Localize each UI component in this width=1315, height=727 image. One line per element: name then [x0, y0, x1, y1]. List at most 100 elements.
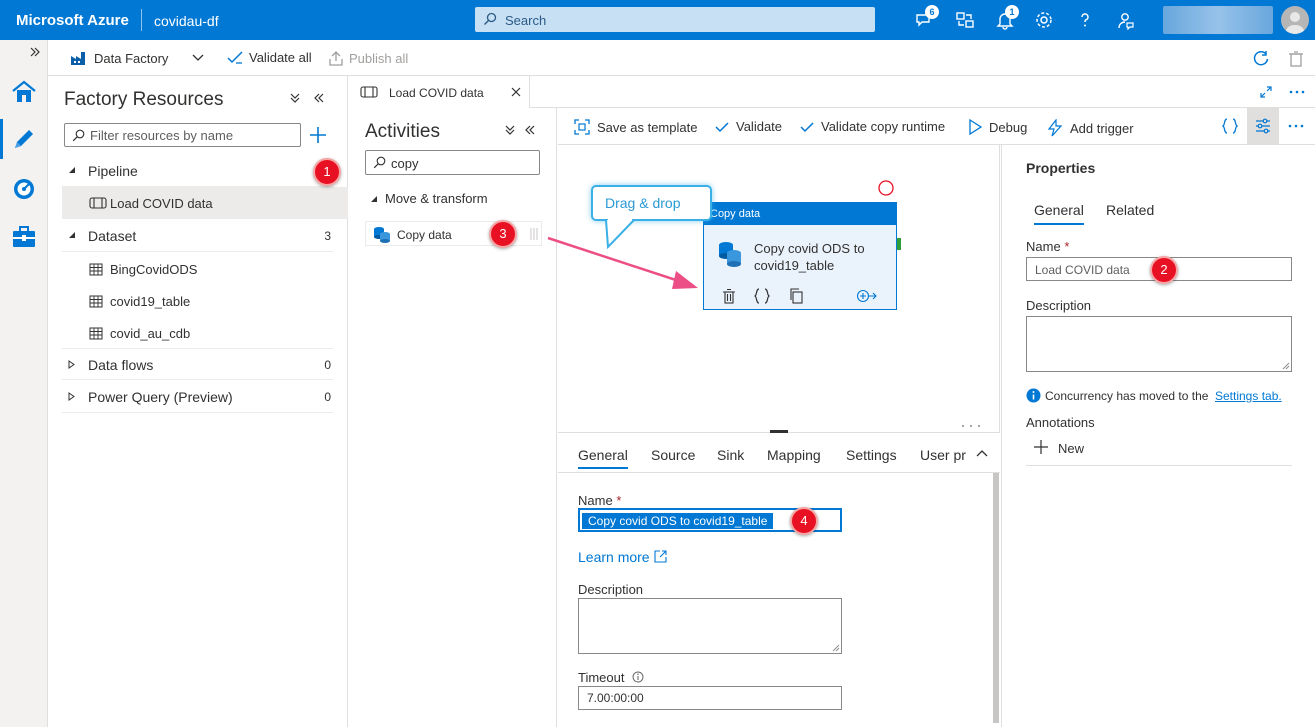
timeout-value: 7.00:00:00 — [587, 691, 644, 705]
copy-data-activity-node[interactable]: Copy data Copy covid ODS to covid19_tabl… — [703, 202, 901, 310]
validate-check-icon — [227, 50, 243, 65]
tree-group-dataflows[interactable]: Data flows 0 — [62, 348, 333, 380]
pipeline-description-textarea[interactable] — [1026, 316, 1292, 372]
learn-more-link[interactable]: Learn more — [578, 549, 650, 565]
settings-tab-link[interactable]: Settings tab. — [1215, 389, 1282, 403]
check-icon — [715, 121, 729, 133]
left-nav-rail — [0, 40, 48, 727]
tab-mapping[interactable]: Mapping — [767, 447, 821, 463]
dataflows-count: 0 — [324, 358, 331, 372]
info-icon[interactable] — [632, 671, 644, 683]
tree-group-power-query[interactable]: Power Query (Preview) 0 — [62, 381, 333, 413]
collapse-pane-icon[interactable] — [524, 124, 536, 136]
tab-user-properties[interactable]: User pr — [920, 447, 966, 463]
more-options-icon[interactable] — [1289, 90, 1305, 94]
publish-upload-icon — [329, 50, 343, 66]
success-output-handle[interactable] — [897, 238, 901, 250]
more-options-icon[interactable] — [1288, 124, 1304, 128]
discard-icon[interactable] — [1288, 50, 1304, 68]
pipeline-name-value: Load COVID data — [1035, 263, 1130, 277]
gear-icon[interactable] — [1034, 10, 1054, 30]
external-link-icon[interactable] — [654, 550, 667, 563]
expand-rail-icon[interactable] — [29, 46, 41, 58]
code-braces-icon[interactable] — [1222, 118, 1238, 134]
code-braces-icon[interactable] — [754, 288, 770, 304]
add-output-arrow-icon[interactable] — [856, 289, 878, 303]
data-factory-dropdown[interactable]: Data Factory — [70, 50, 204, 66]
tab-load-covid-data[interactable]: Load COVID data — [349, 76, 530, 108]
tab-settings[interactable]: Settings — [846, 447, 897, 463]
caret-right-icon — [68, 392, 76, 401]
tree-group-pipeline[interactable]: Pipeline — [62, 155, 333, 187]
global-search-input[interactable]: Search — [475, 7, 875, 32]
tab-sink[interactable]: Sink — [717, 447, 744, 463]
home-icon[interactable] — [11, 79, 37, 105]
avatar[interactable] — [1281, 6, 1309, 34]
author-pencil-icon[interactable] — [11, 126, 37, 152]
step-badge-3: 3 — [489, 220, 517, 248]
dataset-item[interactable]: BingCovidODS — [62, 253, 333, 285]
add-resource-plus-icon[interactable] — [309, 126, 327, 144]
brand-separator — [141, 9, 142, 31]
delete-icon[interactable] — [722, 288, 736, 304]
caret-down-icon — [370, 195, 378, 203]
step-badge-2: 2 — [1150, 256, 1178, 284]
scrollbar[interactable] — [993, 473, 999, 723]
add-annotation-button[interactable]: New — [1034, 439, 1124, 459]
save-as-template-button[interactable]: Save as template — [574, 119, 697, 135]
factory-resources-pane: Factory Resources Filter resources by na… — [48, 76, 348, 727]
refresh-icon[interactable] — [1252, 50, 1270, 68]
rail-active-indicator — [0, 119, 3, 159]
pipeline-item-load-covid[interactable]: Load COVID data — [62, 187, 348, 219]
chevron-up-icon[interactable] — [976, 449, 988, 457]
validate-copy-runtime-button[interactable]: Validate copy runtime — [800, 119, 945, 134]
filter-resources-input[interactable]: Filter resources by name — [64, 123, 301, 147]
collapse-all-icon[interactable] — [504, 124, 516, 136]
timeout-input[interactable]: 7.00:00:00 — [578, 686, 842, 710]
dataset-item[interactable]: covid19_table — [62, 285, 333, 317]
collapse-all-icon[interactable] — [289, 92, 301, 104]
clone-icon[interactable] — [788, 288, 804, 304]
properties-toggle-button[interactable] — [1247, 108, 1279, 144]
brand-title[interactable]: Microsoft Azure — [16, 12, 129, 29]
debug-button[interactable]: Debug — [968, 119, 1027, 135]
activities-search-value: copy — [391, 156, 419, 171]
tree-group-dataset[interactable]: Dataset 3 — [62, 220, 333, 252]
activity-group-move-transform[interactable]: Move & transform — [385, 191, 488, 206]
monitor-icon[interactable] — [11, 176, 37, 202]
dataset-item[interactable]: covid_au_cdb — [62, 317, 333, 349]
manage-toolbox-icon[interactable] — [11, 224, 37, 250]
close-icon[interactable] — [511, 87, 521, 97]
drag-handle-icon[interactable] — [529, 227, 539, 241]
props-name-label-text: Name — [1026, 239, 1061, 254]
plus-icon — [1034, 440, 1048, 454]
props-tab-general[interactable]: General — [1034, 202, 1084, 218]
activity-description-textarea[interactable] — [578, 598, 842, 654]
resource-name[interactable]: covidau-df — [154, 13, 219, 29]
copy-data-icon — [716, 241, 744, 269]
directory-switch-icon[interactable] — [955, 10, 975, 30]
account-info-redacted[interactable] — [1163, 6, 1273, 34]
powerquery-count: 0 — [324, 390, 331, 404]
add-trigger-button[interactable]: Add trigger — [1047, 119, 1134, 137]
pipeline-canvas[interactable]: Copy data Copy covid ODS to covid19_tabl… — [547, 145, 1000, 432]
caret-right-icon — [68, 360, 76, 369]
validate-all-button[interactable]: Validate all — [227, 50, 312, 65]
publish-all-button[interactable]: Publish all — [329, 50, 408, 66]
expand-icon[interactable] — [1260, 86, 1272, 98]
dataset-count: 3 — [324, 229, 331, 243]
validate-button[interactable]: Validate — [715, 119, 782, 134]
activities-search-input[interactable]: copy — [365, 150, 540, 175]
collapse-pane-icon[interactable] — [313, 92, 325, 104]
resize-handle[interactable] — [770, 430, 788, 433]
feedback-icon[interactable] — [1115, 10, 1135, 30]
callout-text: Drag & drop — [605, 195, 681, 211]
props-tab-related[interactable]: Related — [1106, 202, 1154, 218]
command-bar: Data Factory Validate all Publish all — [48, 40, 1315, 76]
description-label: Description — [578, 582, 644, 597]
caret-down-icon — [68, 231, 76, 239]
help-icon[interactable] — [1075, 10, 1095, 30]
tab-general[interactable]: General — [578, 447, 628, 463]
tab-source[interactable]: Source — [651, 447, 695, 463]
save-as-template-label: Save as template — [597, 119, 698, 135]
